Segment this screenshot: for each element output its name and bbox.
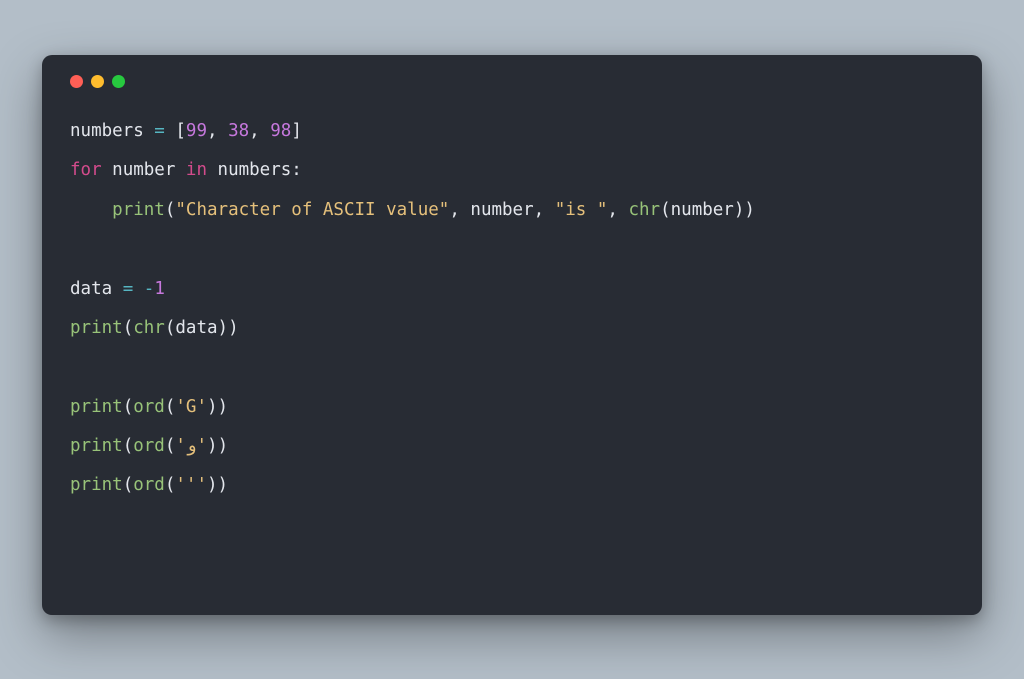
colon: : bbox=[291, 160, 302, 180]
string-literal: "Character of ASCII value" bbox=[175, 200, 449, 220]
code-line-3: print("Character of ASCII value", number… bbox=[70, 200, 755, 220]
string-literal: "is " bbox=[555, 200, 608, 220]
code-line-4: data = -1 bbox=[70, 279, 165, 299]
paren: ( bbox=[123, 436, 134, 456]
code-line-7: print(ord('و')) bbox=[70, 436, 228, 456]
identifier: data bbox=[175, 318, 217, 338]
identifier: number bbox=[112, 160, 186, 180]
builtin-ord: ord bbox=[133, 436, 165, 456]
zoom-icon[interactable] bbox=[112, 75, 125, 88]
builtin-print: print bbox=[112, 200, 165, 220]
operator: = bbox=[112, 279, 144, 299]
code-line-5: print(chr(data)) bbox=[70, 318, 239, 338]
paren: ) bbox=[744, 200, 755, 220]
comma: , bbox=[534, 200, 555, 220]
code-line-1: numbers = [99, 38, 98] bbox=[70, 121, 302, 141]
identifier: number bbox=[671, 200, 734, 220]
indent bbox=[70, 200, 112, 220]
builtin-print: print bbox=[70, 436, 123, 456]
builtin-print: print bbox=[70, 318, 123, 338]
paren: ( bbox=[165, 397, 176, 417]
builtin-print: print bbox=[70, 475, 123, 495]
operator: = bbox=[144, 121, 176, 141]
comma: , bbox=[607, 200, 628, 220]
paren: ( bbox=[165, 436, 176, 456]
builtin-chr: chr bbox=[133, 318, 165, 338]
string-literal: ''' bbox=[175, 475, 207, 495]
number-literal: 98 bbox=[270, 121, 291, 141]
close-icon[interactable] bbox=[70, 75, 83, 88]
string-literal: 'و' bbox=[175, 436, 207, 456]
code-line-6: print(ord('G')) bbox=[70, 397, 228, 417]
identifier: number bbox=[470, 200, 533, 220]
paren: ) bbox=[228, 318, 239, 338]
paren: ( bbox=[165, 200, 176, 220]
builtin-chr: chr bbox=[628, 200, 660, 220]
paren: ( bbox=[123, 397, 134, 417]
string-literal: 'G' bbox=[175, 397, 207, 417]
paren: ( bbox=[660, 200, 671, 220]
code-line-2: for number in numbers: bbox=[70, 160, 302, 180]
paren: ( bbox=[123, 318, 134, 338]
bracket: ] bbox=[291, 121, 302, 141]
keyword-for: for bbox=[70, 160, 112, 180]
paren: ) bbox=[207, 475, 218, 495]
identifier: data bbox=[70, 279, 112, 299]
number-literal: 1 bbox=[154, 279, 165, 299]
identifier: numbers bbox=[218, 160, 292, 180]
builtin-print: print bbox=[70, 397, 123, 417]
comma: , bbox=[249, 121, 270, 141]
minimize-icon[interactable] bbox=[91, 75, 104, 88]
number-literal: 38 bbox=[228, 121, 249, 141]
paren: ) bbox=[207, 436, 218, 456]
paren: ) bbox=[218, 436, 229, 456]
comma: , bbox=[449, 200, 470, 220]
paren: ( bbox=[165, 475, 176, 495]
paren: ( bbox=[123, 475, 134, 495]
window-controls bbox=[70, 75, 954, 88]
code-window: numbers = [99, 38, 98] for number in num… bbox=[42, 55, 982, 615]
code-block: numbers = [99, 38, 98] for number in num… bbox=[70, 112, 954, 506]
identifier: numbers bbox=[70, 121, 144, 141]
paren: ( bbox=[165, 318, 176, 338]
comma: , bbox=[207, 121, 228, 141]
paren: ) bbox=[218, 397, 229, 417]
keyword-in: in bbox=[186, 160, 218, 180]
paren: ) bbox=[207, 397, 218, 417]
paren: ) bbox=[218, 475, 229, 495]
operator: - bbox=[144, 279, 155, 299]
paren: ) bbox=[734, 200, 745, 220]
paren: ) bbox=[218, 318, 229, 338]
builtin-ord: ord bbox=[133, 397, 165, 417]
builtin-ord: ord bbox=[133, 475, 165, 495]
bracket: [ bbox=[175, 121, 186, 141]
number-literal: 99 bbox=[186, 121, 207, 141]
code-line-8: print(ord(''')) bbox=[70, 475, 228, 495]
